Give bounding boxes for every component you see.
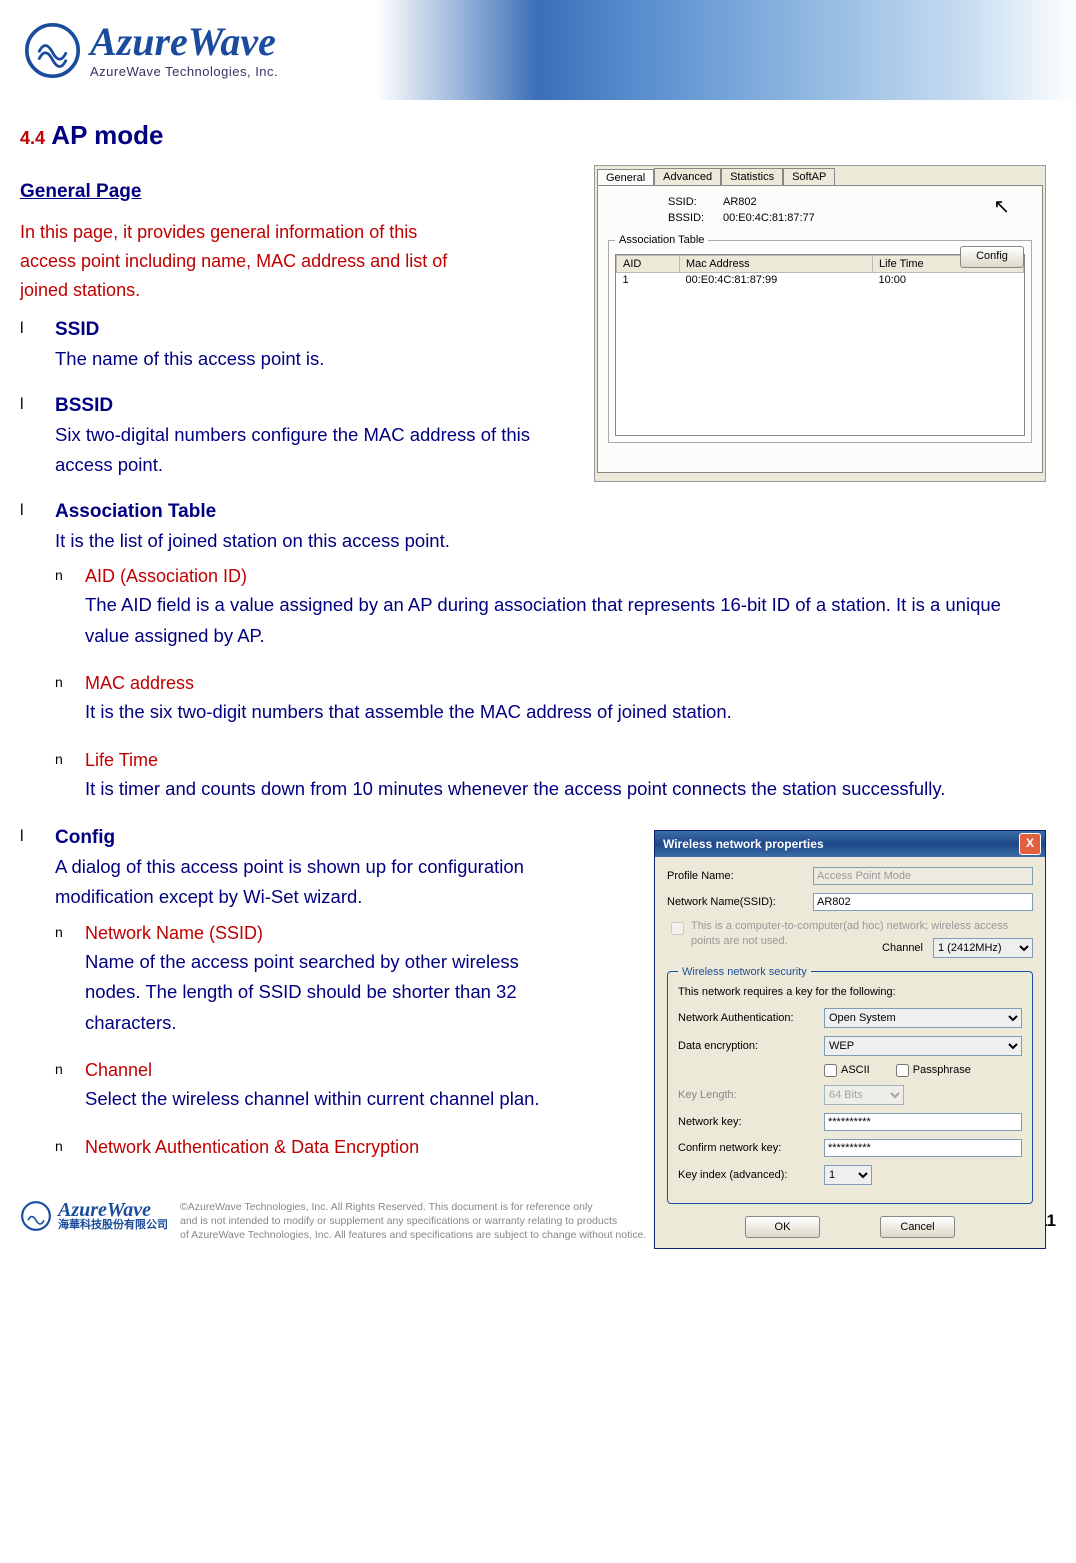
table-row[interactable]: 1 00:E0:4C:81:87:99 10:00: [617, 273, 1024, 288]
term-ssid: SSID: [55, 319, 1046, 341]
close-icon[interactable]: X: [1019, 833, 1041, 855]
page-header: AzureWave AzureWave Technologies, Inc.: [0, 0, 1076, 100]
general-intro: In this page, it provides general inform…: [20, 218, 460, 304]
ascii-label: ASCII: [841, 1064, 870, 1076]
brand-subtitle: AzureWave Technologies, Inc.: [90, 64, 278, 79]
auth-select[interactable]: Open System: [824, 1008, 1022, 1028]
cell-aid: 1: [617, 273, 680, 288]
text-lifetime: It is timer and counts down from 10 minu…: [85, 774, 1046, 805]
item-bssid: BSSID Six two-digital numbers configure …: [20, 395, 1046, 481]
col-mac: Mac Address: [680, 256, 873, 273]
channel-select[interactable]: 1 (2412MHz): [933, 938, 1033, 958]
item-association-table: Association Table It is the list of join…: [20, 501, 1046, 805]
association-legend: Association Table: [615, 234, 708, 246]
tab-softap[interactable]: SoftAP: [783, 168, 835, 186]
key-index-select[interactable]: 1: [824, 1165, 872, 1185]
brand-logo: AzureWave AzureWave Technologies, Inc.: [25, 22, 278, 79]
tab-advanced[interactable]: Advanced: [654, 168, 721, 186]
cell-mac: 00:E0:4C:81:87:99: [680, 273, 873, 288]
security-fieldset: Wireless network security This network r…: [667, 966, 1033, 1204]
encryption-label: Data encryption:: [678, 1040, 818, 1052]
adhoc-checkbox: [671, 922, 684, 935]
channel-label: Channel: [882, 942, 923, 954]
tab-statistics[interactable]: Statistics: [721, 168, 783, 186]
section-title: AP mode: [45, 120, 163, 150]
item-ssid: SSID The name of this access point is.: [20, 319, 1046, 375]
term-mac: MAC address: [85, 673, 1046, 694]
bssid-label: BSSID:: [668, 212, 723, 224]
item-mac: MAC address It is the six two-digit numb…: [55, 673, 1046, 728]
col-aid: AID: [617, 256, 680, 273]
text-aid: The AID field is a value assigned by an …: [85, 590, 1046, 651]
section-number: 4.4: [20, 128, 45, 148]
item-lifetime: Life Time It is timer and counts down fr…: [55, 750, 1046, 805]
ok-button[interactable]: OK: [745, 1216, 820, 1238]
text-config: A dialog of this access point is shown u…: [55, 852, 535, 913]
network-key-input[interactable]: [824, 1113, 1022, 1131]
security-legend: Wireless network security: [678, 966, 811, 978]
network-name-input[interactable]: [813, 893, 1033, 911]
security-text: This network requires a key for the foll…: [678, 986, 1022, 998]
term-aid: AID (Association ID): [85, 566, 1046, 587]
passphrase-checkbox[interactable]: [896, 1064, 909, 1077]
term-lifetime: Life Time: [85, 750, 1046, 771]
text-ssid: The name of this access point is.: [55, 344, 1046, 375]
cancel-button[interactable]: Cancel: [880, 1216, 955, 1238]
dialog-titlebar[interactable]: Wireless network properties X: [655, 831, 1045, 857]
passphrase-label: Passphrase: [913, 1064, 971, 1076]
bssid-value: 00:E0:4C:81:87:77: [723, 212, 815, 224]
profile-name-label: Profile Name:: [667, 870, 807, 882]
brand-name: AzureWave: [90, 22, 278, 62]
tab-bar: General Advanced Statistics SoftAP: [595, 166, 1045, 186]
footer-brand: AzureWave: [58, 1199, 151, 1221]
profile-name-input: [813, 867, 1033, 885]
cursor-icon: ↖: [993, 194, 1010, 219]
azurewave-logo-icon: [25, 23, 80, 78]
ascii-checkbox[interactable]: [824, 1064, 837, 1077]
dialog-title: Wireless network properties: [663, 837, 824, 851]
section-heading: 4.4 AP mode: [20, 120, 1046, 151]
network-name-label: Network Name(SSID):: [667, 896, 807, 908]
footer-logo: AzureWave 海華科技股份有限公司: [20, 1200, 168, 1232]
key-index-label: Key index (advanced):: [678, 1169, 818, 1181]
ssid-label: SSID:: [668, 196, 723, 208]
text-mac: It is the six two-digit numbers that ass…: [85, 697, 1046, 728]
keylen-label: Key Length:: [678, 1089, 818, 1101]
term-association: Association Table: [55, 501, 1046, 523]
auth-label: Network Authentication:: [678, 1012, 818, 1024]
confirm-key-label: Confirm network key:: [678, 1142, 818, 1154]
azurewave-footer-icon: [20, 1200, 52, 1232]
page-body: 4.4 AP mode General Page General Advance…: [0, 100, 1076, 1190]
keylen-select: 64 Bits: [824, 1085, 904, 1105]
text-association: It is the list of joined station on this…: [55, 526, 1046, 557]
wireless-properties-dialog: Wireless network properties X Profile Na…: [654, 830, 1046, 1249]
ssid-value: AR802: [723, 196, 757, 208]
text-bssid: Six two-digital numbers configure the MA…: [55, 420, 535, 481]
item-aid: AID (Association ID) The AID field is a …: [55, 566, 1046, 651]
network-key-label: Network key:: [678, 1116, 818, 1128]
confirm-key-input[interactable]: [824, 1139, 1022, 1157]
term-bssid: BSSID: [55, 395, 1046, 417]
cell-lifetime: 10:00: [873, 273, 1024, 288]
text-network-name: Name of the access point searched by oth…: [85, 947, 565, 1039]
encryption-select[interactable]: WEP: [824, 1036, 1022, 1056]
text-channel: Select the wireless channel within curre…: [85, 1084, 565, 1115]
footer-brand-cn: 海華科技股份有限公司: [58, 1220, 168, 1231]
config-button[interactable]: Config: [960, 246, 1024, 268]
